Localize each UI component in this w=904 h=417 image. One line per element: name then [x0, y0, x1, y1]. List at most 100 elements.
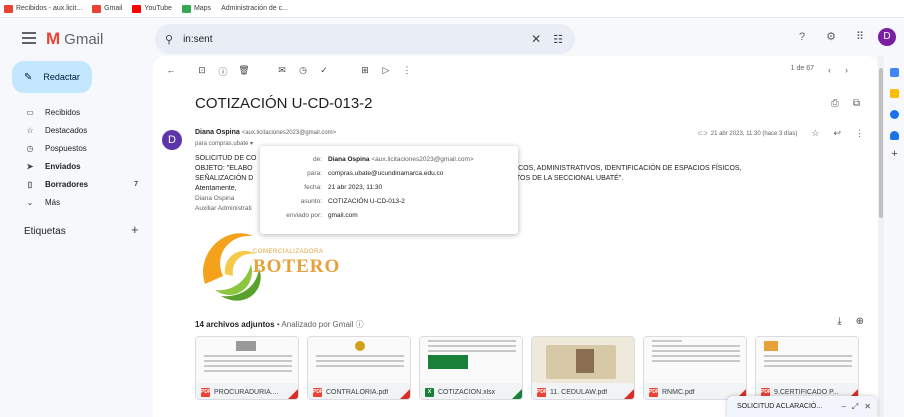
- attachments-count: 14 archivos adjuntos: [195, 320, 275, 329]
- attachments-scan-note: • Analizado por Gmail ⓘ: [276, 320, 364, 329]
- sender-email: <aux.licitaciones2023@gmail.com>: [241, 130, 337, 136]
- scrollbar-thumb[interactable]: [879, 68, 883, 218]
- scrollbar[interactable]: [878, 56, 884, 417]
- back-arrow-icon[interactable]: ←: [163, 65, 179, 75]
- move-to-icon[interactable]: ⊞: [357, 65, 373, 76]
- sender-details-popup: de: Diana Ospina <aux.licitaciones2023@gm…: [260, 146, 518, 234]
- star-icon[interactable]: ☆: [811, 128, 819, 139]
- search-bar[interactable]: ⚲ in:sent ✕ ☷: [155, 24, 575, 54]
- sidebar-item-pospuestos[interactable]: ◷ Pospuestos: [0, 139, 148, 157]
- report-spam-icon[interactable]: ⓘ: [215, 65, 231, 78]
- maps-icon: [181, 4, 191, 13]
- more-options-icon[interactable]: ⋮: [855, 128, 864, 139]
- open-new-window-icon[interactable]: ⧉: [853, 98, 860, 109]
- attachment-card[interactable]: PDF RNMC.pdf: [643, 336, 747, 400]
- sidebar-item-borradores[interactable]: ▯ Borradores 7: [0, 175, 148, 193]
- chevron-down-icon: ⌄: [26, 197, 34, 207]
- expand-icon[interactable]: ⤢: [852, 402, 858, 412]
- attachment-card[interactable]: X COTIZACION.xlsx: [419, 336, 523, 400]
- side-panel: +: [885, 56, 904, 417]
- gmail-icon: [92, 4, 102, 13]
- attachment-thumbnail: [420, 337, 522, 383]
- sender-avatar: D: [162, 130, 182, 150]
- email-meta: ⊂⊃ 21 abr 2023, 11:30 (hace 3 días) ☆ ↩ …: [698, 128, 864, 139]
- pager: 1 de 67 ‹ ›: [791, 65, 848, 75]
- minimized-compose-window[interactable]: SOLICITUD ACLARACIÓ... – ⤢ ✕: [727, 396, 877, 417]
- attachment-card[interactable]: PDF 11. CEDULAW.pdf: [531, 336, 635, 400]
- add-label-icon[interactable]: +: [131, 222, 139, 237]
- more-options-icon[interactable]: ⋮: [399, 65, 415, 76]
- email-view: ← ⊡ ⓘ 🗑 ✉ ◷ ✓ ⊞ ▷ ⋮ 1 de 67 ‹ › COTIZACI…: [153, 56, 878, 417]
- bookmark-maps[interactable]: Maps: [181, 4, 211, 13]
- pencil-icon: ✎: [24, 71, 33, 83]
- contacts-icon[interactable]: [890, 131, 899, 140]
- detail-date: 21 abr 2023, 11:30: [328, 184, 383, 191]
- attachment-thumbnail: [196, 337, 298, 383]
- keep-icon[interactable]: [890, 89, 899, 98]
- sidebar-item-enviados[interactable]: ➤ Enviados: [0, 157, 148, 175]
- close-icon[interactable]: ✕: [864, 402, 871, 411]
- snooze-icon[interactable]: ◷: [295, 65, 311, 76]
- tasks-icon[interactable]: [890, 110, 899, 119]
- clear-search-icon[interactable]: ✕: [531, 32, 541, 46]
- sidebar-item-mas[interactable]: ⌄ Más: [0, 193, 148, 211]
- pdf-icon: PDF: [201, 387, 211, 397]
- attachment-name: 9.CERTIFICADO P...: [774, 388, 839, 396]
- bookmark-admin[interactable]: Administración de c...: [221, 5, 288, 12]
- detail-subject: COTIZACIÓN U-CD-013-2: [328, 198, 405, 205]
- header-actions: ? ⚙ ⠿ D: [781, 28, 896, 46]
- email-date: 21 abr 2023, 11:30 (hace 3 días): [710, 130, 798, 137]
- sidebar-item-destacados[interactable]: ☆ Destacados: [0, 121, 148, 139]
- calendar-icon[interactable]: [890, 68, 899, 77]
- detail-label: asunto:: [300, 198, 322, 205]
- reply-icon[interactable]: ↩: [833, 128, 841, 139]
- detail-label: para:: [307, 170, 322, 177]
- gmail-logo[interactable]: M Gmail: [46, 29, 103, 49]
- attachment-name: COTIZACION.xlsx: [438, 388, 496, 396]
- search-icon[interactable]: ⚲: [165, 33, 173, 46]
- delete-icon[interactable]: 🗑: [236, 65, 252, 76]
- attachment-card[interactable]: PDF 9.CERTIFICADO P...: [755, 336, 859, 400]
- attachment-name: 11. CEDULAW.pdf: [550, 388, 608, 396]
- mark-unread-icon[interactable]: ✉: [274, 65, 290, 76]
- download-all-icon[interactable]: ⤓: [837, 316, 841, 327]
- help-icon[interactable]: ?: [794, 29, 810, 45]
- detail-label: fecha:: [304, 184, 322, 191]
- apps-icon[interactable]: ⠿: [852, 29, 868, 45]
- gmail-m-icon: M: [46, 29, 61, 48]
- attachment-icon: ⊂⊃: [697, 131, 708, 137]
- chevron-left-icon[interactable]: ‹: [828, 65, 831, 75]
- search-input[interactable]: in:sent: [183, 34, 531, 45]
- account-avatar[interactable]: D: [878, 28, 896, 46]
- label-icon[interactable]: ▷: [378, 65, 394, 76]
- add-task-icon[interactable]: ✓: [316, 65, 332, 76]
- bookmark-recibidos[interactable]: Recibidos - aux.licit...: [4, 4, 82, 13]
- labels-heading: Etiquetas: [24, 226, 66, 237]
- sidebar-item-label: Enviados: [45, 161, 81, 171]
- add-to-drive-icon[interactable]: ⊕: [856, 316, 864, 327]
- youtube-icon: [132, 4, 142, 13]
- attachment-card[interactable]: PDF CONTRALORIA.pdf: [307, 336, 411, 400]
- compose-button[interactable]: ✎ Redactar: [12, 61, 92, 93]
- bookmark-gmail[interactable]: Gmail: [92, 4, 122, 13]
- settings-icon[interactable]: ⚙: [823, 29, 839, 45]
- sidebar-item-label: Pospuestos: [45, 143, 87, 153]
- archive-icon[interactable]: ⊡: [194, 65, 210, 76]
- search-options-icon[interactable]: ☷: [553, 33, 563, 46]
- print-icon[interactable]: ⎙: [831, 98, 839, 109]
- minimize-icon[interactable]: –: [841, 402, 845, 411]
- sidebar-item-label: Borradores: [45, 179, 89, 189]
- sidebar-item-label: Recibidos: [45, 107, 81, 117]
- bookmark-youtube[interactable]: YouTube: [132, 4, 172, 13]
- add-addon-icon[interactable]: +: [885, 148, 904, 160]
- logo-big-text: BOTERO: [253, 256, 341, 277]
- recipient-toggle[interactable]: para compras.ubate ▾: [195, 140, 253, 147]
- detail-label: de:: [312, 156, 322, 163]
- chevron-right-icon[interactable]: ›: [845, 65, 848, 75]
- star-icon: ☆: [26, 125, 34, 135]
- sidebar-item-recibidos[interactable]: ▭ Recibidos: [0, 103, 148, 121]
- inbox-icon: ▭: [26, 107, 34, 117]
- attachment-card[interactable]: PDF PROCURADURIA....: [195, 336, 299, 400]
- detail-value: Diana Ospina <aux.licitaciones2023@gmail…: [328, 156, 474, 163]
- menu-icon[interactable]: [22, 32, 36, 44]
